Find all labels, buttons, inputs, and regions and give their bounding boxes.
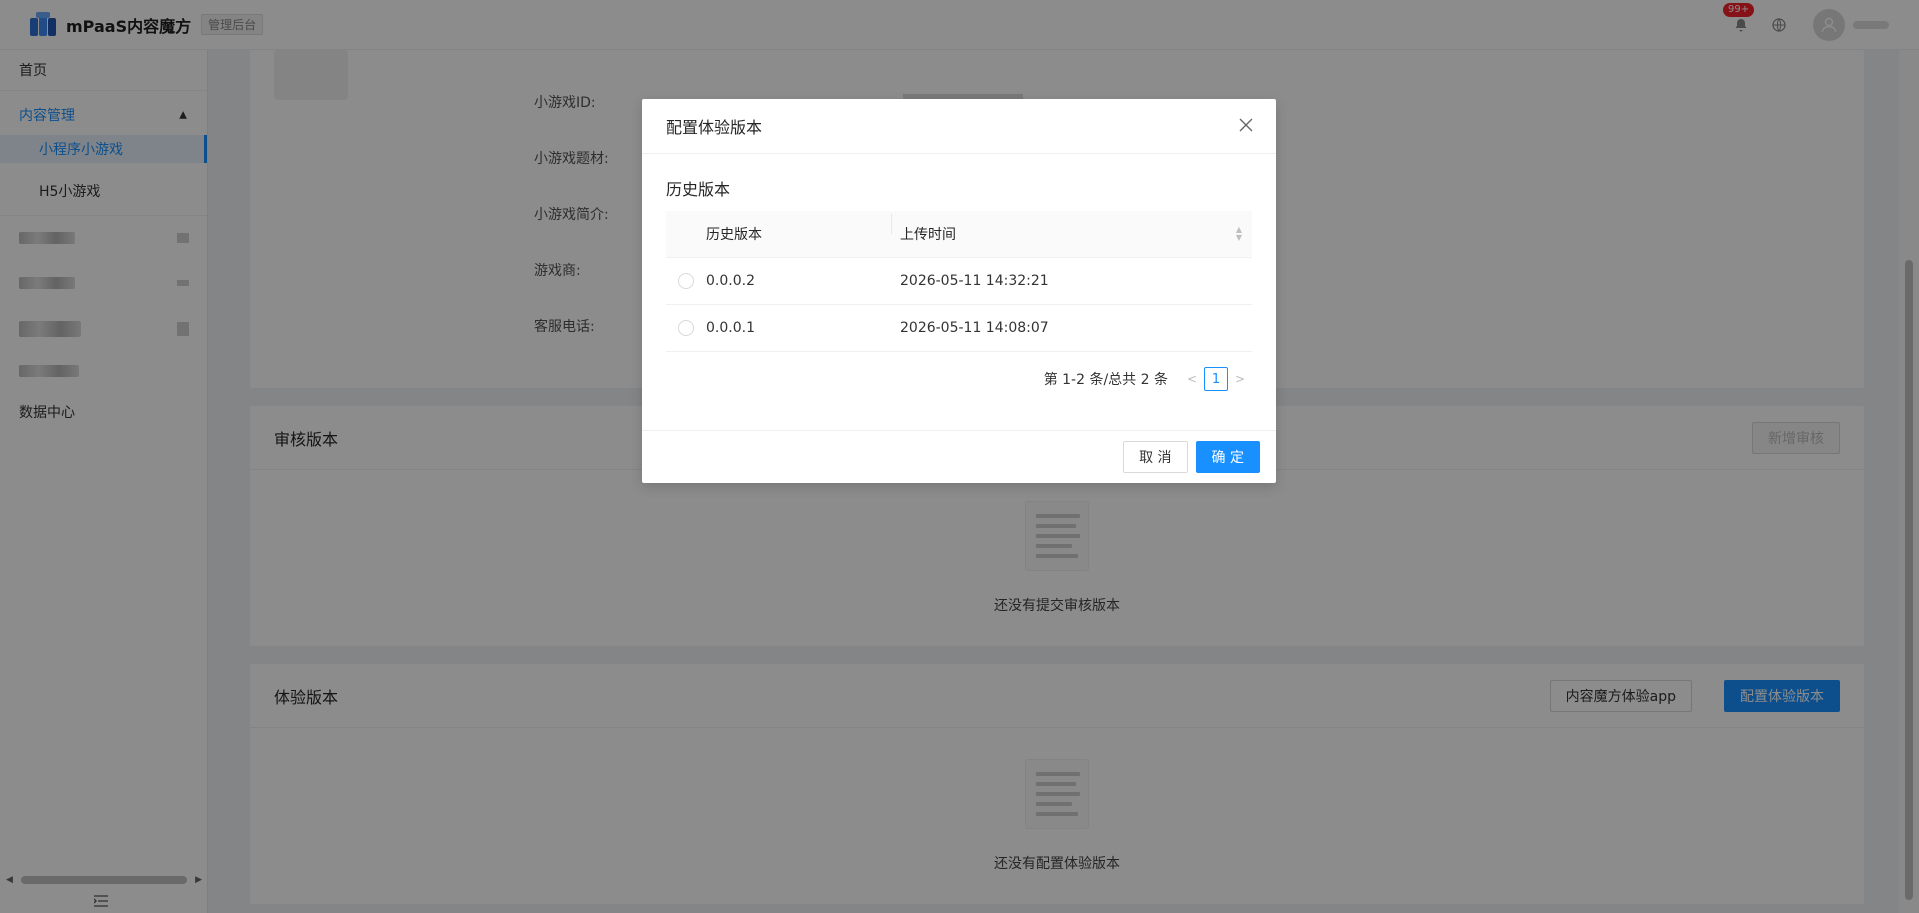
pagination: 第 1-2 条/总共 2 条 < 1 > [1044, 367, 1252, 391]
next-page-icon[interactable]: > [1228, 372, 1252, 386]
close-icon[interactable] [1234, 113, 1258, 137]
table-row[interactable]: 0.0.0.2 2026-05-11 14:32:21 [666, 258, 1252, 305]
table-row[interactable]: 0.0.0.1 2026-05-11 14:08:07 [666, 305, 1252, 352]
version-cell: 0.0.0.2 [706, 273, 755, 289]
ok-button[interactable]: 确 定 [1195, 441, 1260, 473]
cancel-button[interactable]: 取 消 [1123, 441, 1188, 473]
column-header-upload-time[interactable]: 上传时间 [900, 227, 956, 243]
history-section-title: 历史版本 [666, 180, 731, 199]
pagination-total: 第 1-2 条/总共 2 条 [1043, 372, 1168, 388]
modal-footer: 取 消 确 定 [642, 430, 1276, 483]
version-cell: 0.0.0.1 [706, 320, 755, 336]
table-header: 历史版本 上传时间 ▲ ▼ [666, 211, 1252, 258]
upload-time-cell: 2026-05-11 14:32:21 [900, 273, 1049, 289]
page-number[interactable]: 1 [1204, 367, 1228, 391]
prev-page-icon[interactable]: < [1180, 372, 1204, 386]
history-version-table: 历史版本 上传时间 ▲ ▼ 0.0.0.2 2026-05-11 14:32:21… [666, 211, 1252, 352]
row-radio[interactable] [678, 320, 694, 336]
modal-title: 配置体验版本 [666, 118, 763, 137]
column-header-version: 历史版本 [706, 227, 762, 243]
sort-icon[interactable]: ▲ ▼ [1236, 226, 1242, 242]
upload-time-cell: 2026-05-11 14:08:07 [900, 320, 1049, 336]
config-trial-version-modal: 配置体验版本 历史版本 历史版本 上传时间 ▲ ▼ 0.0.0.2 2026-05… [642, 99, 1276, 483]
row-radio[interactable] [678, 273, 694, 289]
